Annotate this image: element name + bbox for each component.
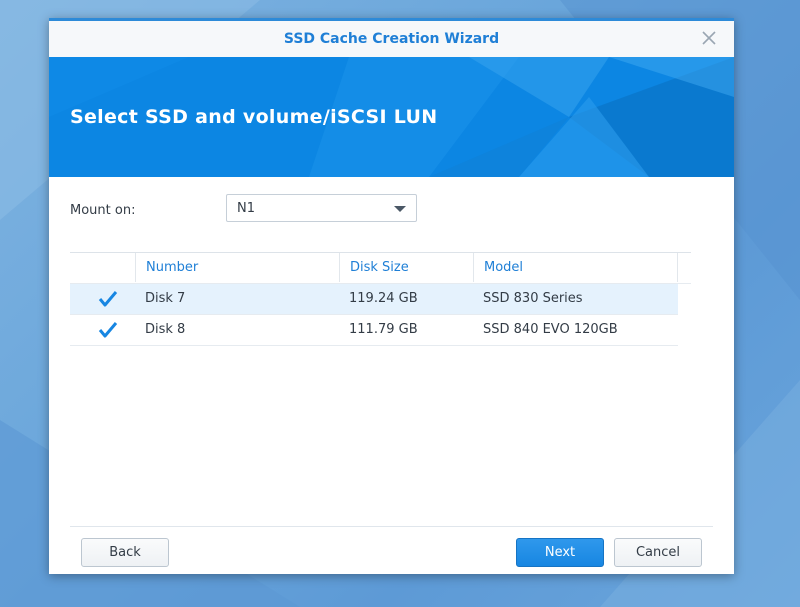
dialog-title: SSD Cache Creation Wizard — [283, 31, 500, 47]
close-icon[interactable] — [700, 29, 718, 47]
checkmark-icon[interactable] — [98, 321, 118, 339]
page-heading: Select SSD and volume/iSCSI LUN — [70, 106, 438, 128]
mount-on-label: Mount on: — [70, 203, 136, 218]
cancel-button[interactable]: Cancel — [614, 538, 702, 567]
disk-number: Disk 8 — [145, 322, 186, 337]
mount-on-select[interactable]: N1 — [226, 194, 417, 222]
table-row[interactable]: Disk 7 119.24 GB SSD 830 Series — [70, 284, 678, 315]
back-button[interactable]: Back — [81, 538, 169, 567]
disk-model: SSD 840 EVO 120GB — [483, 322, 618, 337]
column-header-number[interactable]: Number — [135, 253, 339, 282]
disk-number: Disk 7 — [145, 291, 186, 306]
disk-model: SSD 830 Series — [483, 291, 583, 306]
footer-divider — [70, 526, 713, 527]
wizard-banner: Select SSD and volume/iSCSI LUN — [49, 57, 734, 177]
mount-on-value: N1 — [237, 201, 255, 216]
column-header-disk-size[interactable]: Disk Size — [339, 253, 473, 282]
disk-size: 119.24 GB — [349, 291, 418, 306]
next-button[interactable]: Next — [516, 538, 604, 567]
title-bar: SSD Cache Creation Wizard — [49, 21, 734, 57]
disk-size: 111.79 GB — [349, 322, 418, 337]
chevron-down-icon — [394, 206, 406, 212]
ssd-table: Number Disk Size Model Disk 7 119.24 GB … — [70, 252, 691, 346]
table-row[interactable]: Disk 8 111.79 GB SSD 840 EVO 120GB — [70, 315, 678, 346]
wizard-dialog: SSD Cache Creation Wizard Select SSD and… — [49, 18, 734, 574]
checkmark-icon[interactable] — [98, 290, 118, 308]
column-header-model[interactable]: Model — [473, 253, 678, 282]
table-header: Number Disk Size Model — [70, 252, 691, 284]
